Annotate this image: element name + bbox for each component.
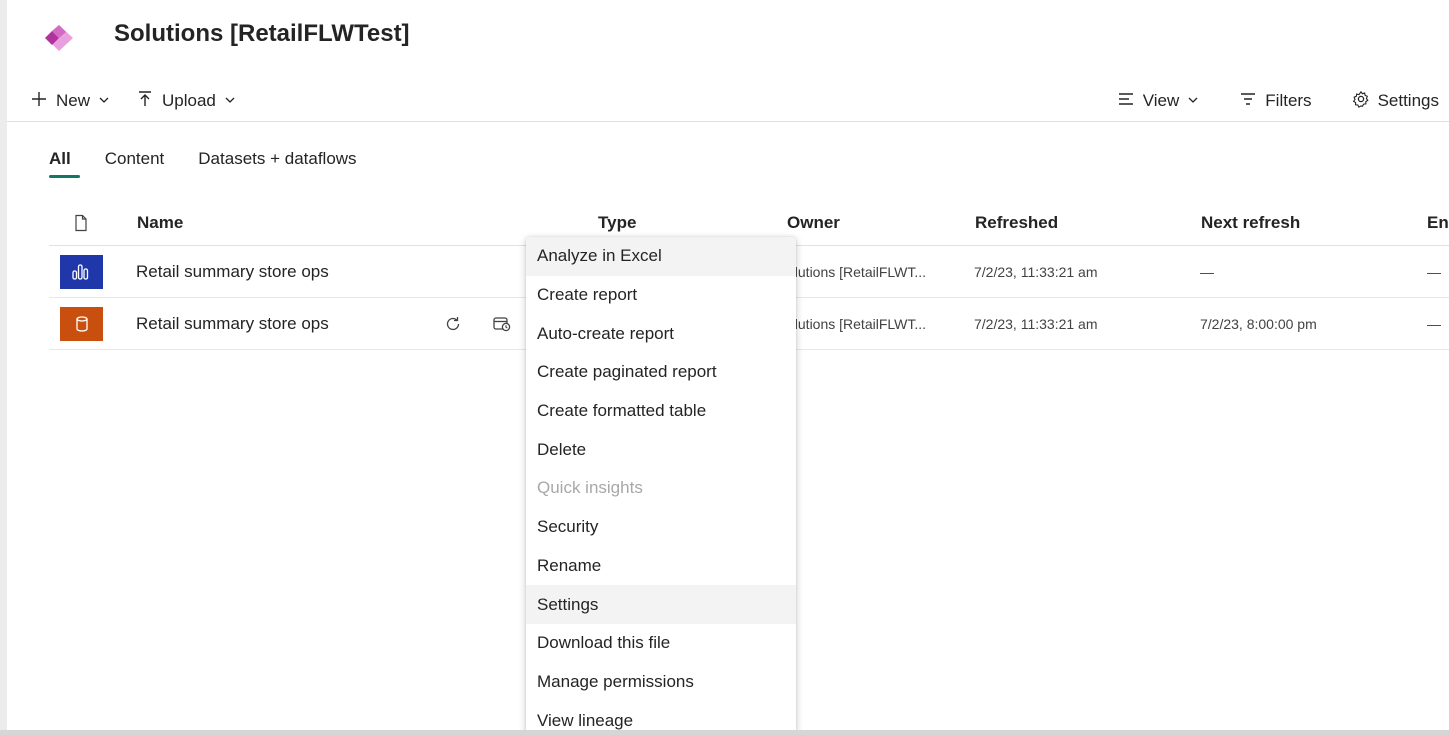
item-next-refresh: 7/2/23, 8:00:00 pm: [1200, 316, 1317, 332]
column-header-owner[interactable]: Owner: [787, 213, 840, 233]
item-refreshed: 7/2/23, 11:33:21 am: [974, 316, 1098, 332]
filter-icon: [1239, 90, 1257, 113]
horizontal-scrollbar[interactable]: [0, 730, 1449, 735]
toolbar-divider: [7, 121, 1449, 122]
filters-label: Filters: [1265, 91, 1312, 110]
chevron-down-icon: [224, 91, 236, 111]
tab-datasets-dataflows[interactable]: Datasets + dataflows: [198, 146, 356, 178]
page-header: [40, 18, 78, 58]
page-title: Solutions [RetailFLWTest]: [114, 20, 410, 47]
settings-label: Settings: [1377, 91, 1439, 110]
item-name[interactable]: Retail summary store ops: [136, 314, 329, 334]
menu-item-delete[interactable]: Delete: [526, 430, 796, 469]
refresh-now-icon[interactable]: [443, 314, 463, 334]
tab-all[interactable]: All: [49, 146, 80, 178]
upload-button[interactable]: Upload: [136, 90, 236, 113]
menu-item-security[interactable]: Security: [526, 508, 796, 547]
more-options-menu: Analyze in Excel Create report Auto-crea…: [526, 237, 796, 735]
plus-icon: [30, 90, 48, 113]
column-header-endorsement[interactable]: En: [1427, 213, 1449, 233]
item-owner: olutions [RetailFLWT...: [787, 316, 927, 332]
upload-label: Upload: [162, 91, 216, 110]
item-next-refresh: —: [1200, 264, 1214, 280]
column-header-type[interactable]: Type: [598, 213, 636, 233]
menu-item-create-report[interactable]: Create report: [526, 276, 796, 315]
left-edge: [0, 0, 7, 735]
view-button[interactable]: View: [1117, 90, 1200, 113]
menu-item-create-formatted-table[interactable]: Create formatted table: [526, 392, 796, 431]
menu-item-settings[interactable]: Settings: [526, 585, 796, 624]
content-tabs: All Content Datasets + dataflows: [49, 146, 357, 178]
filters-button[interactable]: Filters: [1239, 90, 1312, 113]
menu-item-quick-insights: Quick insights: [537, 478, 643, 498]
toolbar-right: View Filters Settings: [1077, 86, 1439, 116]
menu-item-analyze-in-excel[interactable]: Analyze in Excel: [526, 237, 796, 276]
menu-item-create-paginated-report[interactable]: Create paginated report: [526, 353, 796, 392]
settings-button[interactable]: Settings: [1352, 90, 1439, 113]
new-button[interactable]: New: [30, 90, 110, 113]
schedule-refresh-icon[interactable]: [492, 314, 512, 334]
new-label: New: [56, 91, 91, 110]
item-refreshed: 7/2/23, 11:33:21 am: [974, 264, 1098, 280]
menu-item-auto-create-report[interactable]: Auto-create report: [526, 314, 796, 353]
toolbar: New Upload: [30, 86, 262, 116]
view-label: View: [1142, 91, 1180, 110]
file-type-icon: [73, 214, 89, 237]
tab-content[interactable]: Content: [105, 146, 165, 178]
menu-item-download-this-file[interactable]: Download this file: [526, 624, 796, 663]
view-lines-icon: [1117, 90, 1135, 113]
item-name[interactable]: Retail summary store ops: [136, 262, 329, 282]
chevron-down-icon: [1187, 91, 1199, 111]
workspace-logo-icon: [40, 19, 78, 57]
menu-item-rename[interactable]: Rename: [526, 547, 796, 586]
dataset-icon: [60, 307, 103, 341]
gear-icon: [1352, 90, 1370, 113]
item-owner: olutions [RetailFLWT...: [787, 264, 927, 280]
upload-icon: [136, 90, 154, 113]
column-header-next-refresh[interactable]: Next refresh: [1201, 213, 1300, 233]
menu-item-manage-permissions[interactable]: Manage permissions: [526, 663, 796, 702]
column-header-name[interactable]: Name: [137, 213, 183, 233]
item-endorsement: —: [1427, 316, 1441, 332]
chevron-down-icon: [98, 91, 110, 111]
column-header-refreshed[interactable]: Refreshed: [975, 213, 1058, 233]
item-endorsement: —: [1427, 264, 1441, 280]
report-icon: [60, 255, 103, 289]
